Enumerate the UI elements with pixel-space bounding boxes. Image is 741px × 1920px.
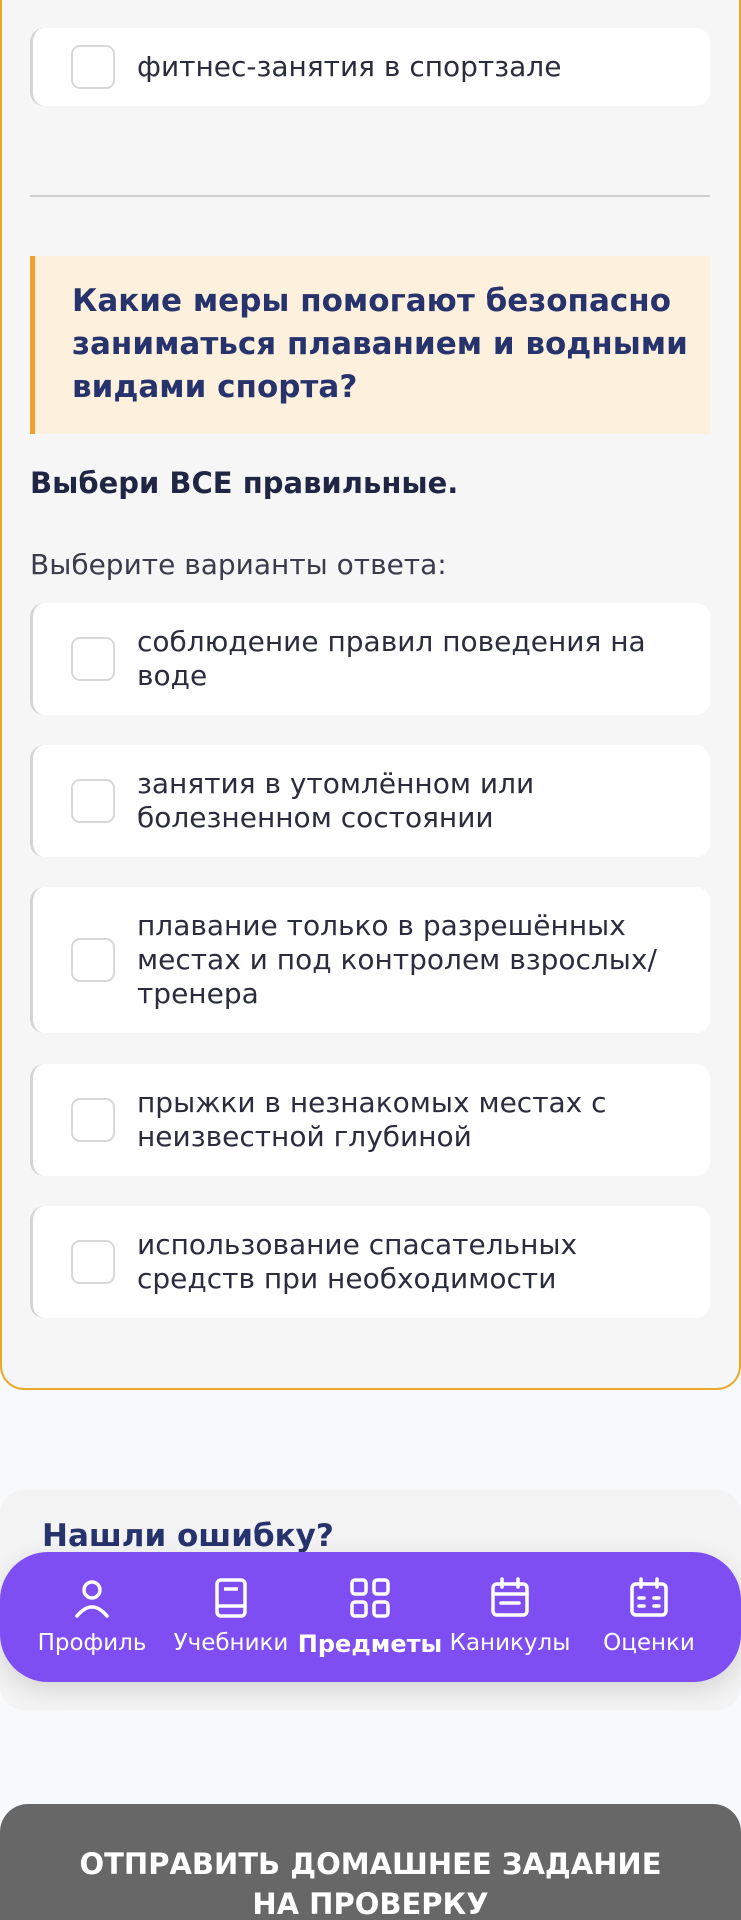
nav-item-profile[interactable]: Профиль <box>22 1552 162 1682</box>
checkbox[interactable] <box>71 1098 115 1142</box>
calendar-icon <box>491 1577 529 1617</box>
option-label: фитнес-занятия в спортзале <box>137 50 562 83</box>
option-label: использование спасательных средств при н… <box>137 1228 578 1295</box>
bottom-nav: Профиль Учебники Предметы Каникулы Оценк… <box>0 1552 741 1682</box>
user-icon <box>75 1580 109 1618</box>
checkbox[interactable] <box>71 637 115 681</box>
answer-option[interactable]: прыжки в незнакомых местах с неизвестной… <box>30 1064 710 1176</box>
checkbox[interactable] <box>71 1240 115 1284</box>
choose-answers-label: Выберите варианты ответа: <box>30 548 447 581</box>
answer-option[interactable]: использование спасательных средств при н… <box>30 1206 710 1318</box>
nav-item-holidays[interactable]: Каникулы <box>440 1552 580 1682</box>
nav-item-subjects[interactable]: Предметы <box>297 1552 443 1682</box>
answer-option[interactable]: плавание только в разрешённых местах и п… <box>30 887 710 1033</box>
option-label: плавание только в разрешённых местах и п… <box>137 909 657 1010</box>
nav-label: Каникулы <box>449 1630 571 1656</box>
nav-item-grades[interactable]: Оценки <box>579 1552 719 1682</box>
checkbox[interactable] <box>71 45 115 89</box>
book-icon <box>215 1578 247 1618</box>
checkbox[interactable] <box>71 938 115 982</box>
option-label: прыжки в незнакомых местах с неизвестной… <box>137 1086 607 1153</box>
question-divider <box>30 195 710 197</box>
homework-page: фитнес-занятия в спортзале Какие меры по… <box>0 0 741 1920</box>
option-label: соблюдение правил поведения на воде <box>137 625 646 692</box>
question-instruction: Выбери ВСЕ правильные. <box>30 466 459 500</box>
nav-label: Оценки <box>603 1630 695 1656</box>
checkbox[interactable] <box>71 779 115 823</box>
nav-label: Предметы <box>297 1630 443 1658</box>
nav-item-textbooks[interactable]: Учебники <box>161 1552 301 1682</box>
question-text: Какие меры помогают безопасно заниматься… <box>72 283 688 405</box>
option-label: занятия в утомлённом или болезненном сос… <box>137 767 535 834</box>
question-box: Какие меры помогают безопасно заниматься… <box>30 256 710 434</box>
grid-icon <box>350 1578 390 1618</box>
nav-label: Профиль <box>37 1630 147 1656</box>
nav-label: Учебники <box>173 1630 289 1656</box>
submit-homework-button[interactable]: ОТПРАВИТЬ ДОМАШНЕЕ ЗАДАНИЕ НА ПРОВЕРКУ <box>0 1804 741 1920</box>
answer-option[interactable]: соблюдение правил поведения на воде <box>30 603 710 715</box>
answer-option[interactable]: занятия в утомлённом или болезненном сос… <box>30 745 710 857</box>
answer-option[interactable]: фитнес-занятия в спортзале <box>30 28 710 106</box>
error-report-title[interactable]: Нашли ошибку? <box>42 1518 334 1554</box>
calendar-grid-icon <box>630 1577 668 1617</box>
